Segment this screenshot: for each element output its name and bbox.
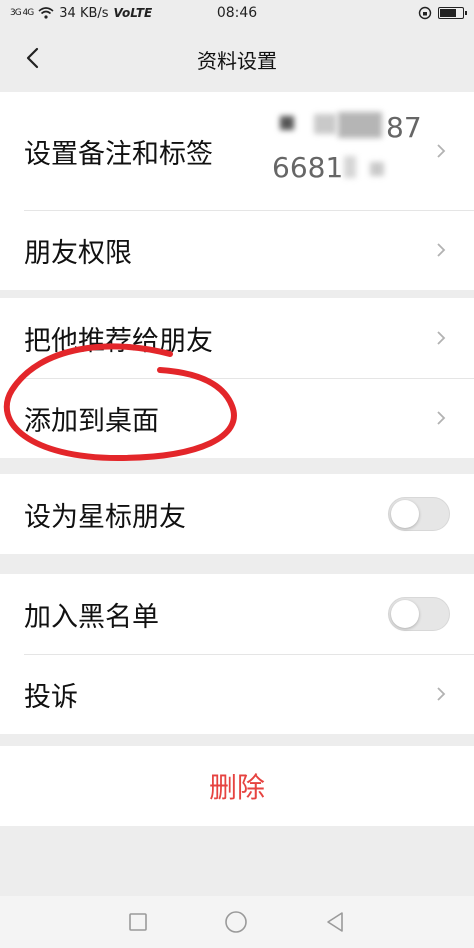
row-label: 添加到桌面 — [24, 405, 159, 437]
nav-bar: 资料设置 — [0, 26, 474, 92]
battery-icon — [438, 7, 467, 19]
chevron-right-icon — [437, 144, 446, 158]
row-set-remark-and-tags[interactable]: 设置备注和标签 87 6681 — [0, 92, 474, 210]
row-label: 投诉 — [24, 681, 78, 713]
settings-group-block: 加入黑名单 投诉 — [0, 574, 474, 734]
row-recommend-to-friend[interactable]: 把他推荐给朋友 — [0, 298, 474, 378]
chevron-right-icon — [437, 331, 446, 345]
signal-indicator: 3G 4G — [10, 8, 34, 18]
row-label: 加入黑名单 — [24, 601, 159, 633]
delete-label: 删除 — [208, 771, 265, 804]
wifi-icon — [38, 7, 54, 19]
page-title: 资料设置 — [197, 48, 277, 73]
row-friend-permissions[interactable]: 朋友权限 — [0, 210, 474, 290]
chevron-left-icon — [26, 47, 39, 69]
row-add-to-blacklist: 加入黑名单 — [0, 574, 474, 654]
square-icon[interactable] — [128, 912, 148, 932]
triangle-back-icon[interactable] — [324, 911, 346, 933]
system-nav-bar — [0, 896, 474, 948]
chevron-right-icon — [437, 243, 446, 257]
circle-icon[interactable] — [224, 910, 248, 934]
row-star-friend: 设为星标朋友 — [0, 474, 474, 554]
star-friend-toggle[interactable] — [388, 497, 450, 531]
delete-button[interactable]: 删除 — [0, 746, 474, 826]
row-add-to-desktop[interactable]: 添加到桌面 — [0, 378, 474, 458]
settings-group-star: 设为星标朋友 — [0, 474, 474, 554]
remark-text-1: 87 — [386, 111, 422, 144]
blacklist-toggle[interactable] — [388, 597, 450, 631]
row-label: 朋友权限 — [24, 237, 132, 269]
status-bar: 3G 4G 34 KB/s VoLTE 08:46 — [0, 0, 474, 26]
toggle-knob — [391, 600, 419, 628]
toggle-knob — [391, 500, 419, 528]
chevron-right-icon — [437, 687, 446, 701]
row-label: 设置备注和标签 — [24, 138, 213, 170]
row-label: 把他推荐给朋友 — [24, 325, 213, 357]
back-button[interactable] — [14, 40, 50, 76]
network-speed: 34 KB/s — [59, 5, 109, 21]
settings-group-share: 把他推荐给朋友 添加到桌面 — [0, 298, 474, 458]
rotation-lock-icon — [418, 6, 432, 20]
chevron-right-icon — [437, 411, 446, 425]
volte-label: VoLTE — [113, 6, 153, 20]
remark-text-2: 6681 — [272, 151, 344, 184]
row-label: 设为星标朋友 — [24, 501, 186, 533]
remark-preview: 87 6681 — [272, 108, 432, 188]
settings-group-remark: 设置备注和标签 87 6681 朋友权限 — [0, 92, 474, 290]
row-complain[interactable]: 投诉 — [0, 654, 474, 734]
